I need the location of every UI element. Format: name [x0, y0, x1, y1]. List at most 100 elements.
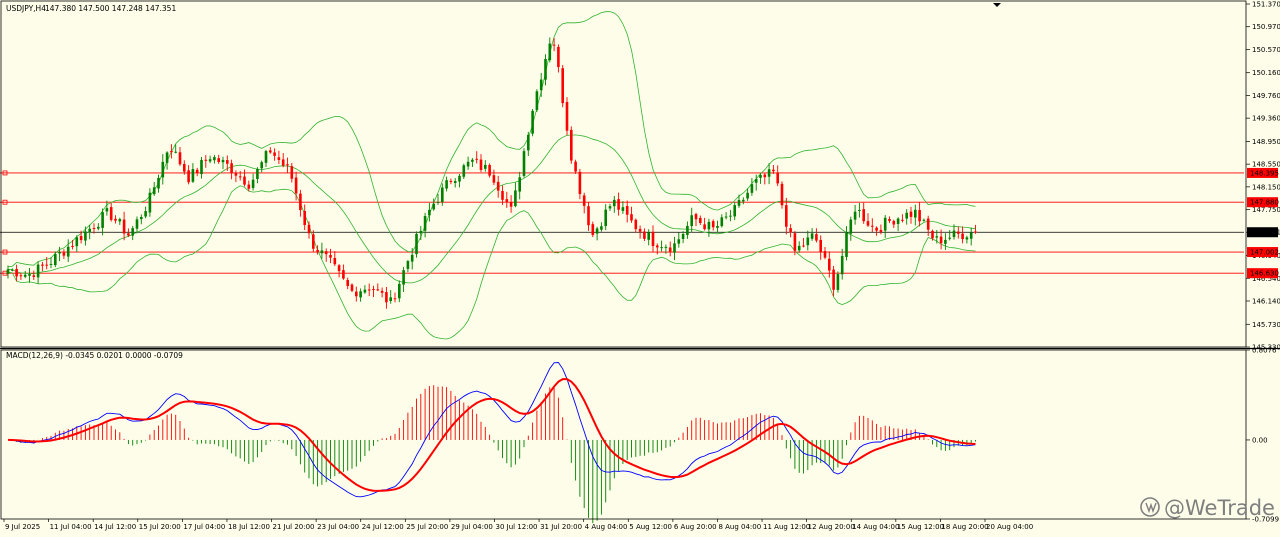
chart-canvas: 151.370 150.970 150.570 150.160 149.760 149.3…	[0, 0, 1280, 537]
candle-body	[79, 235, 83, 241]
candle-body	[673, 243, 676, 253]
candle-body	[681, 234, 685, 239]
candle-body	[832, 269, 835, 290]
candle-body	[350, 284, 354, 291]
candle-body	[161, 161, 165, 178]
candle-body	[243, 176, 246, 185]
macd-y-tick-label: 0.00	[1252, 436, 1268, 444]
candle-body	[376, 289, 380, 291]
candle-body	[759, 175, 762, 178]
candle-body	[501, 191, 504, 200]
candle-body	[140, 216, 143, 220]
candle-body	[561, 68, 564, 104]
candle-body	[101, 212, 104, 228]
candle-body	[423, 216, 427, 231]
candle-body	[879, 229, 883, 232]
candle-body	[385, 292, 388, 303]
candle-body	[58, 252, 61, 254]
candle	[836, 271, 840, 293]
candle-body	[11, 269, 14, 271]
candle-body	[398, 283, 401, 299]
candle-body	[720, 217, 724, 227]
candle-body	[969, 232, 973, 239]
candle-body	[367, 289, 371, 291]
candle-body	[587, 206, 590, 226]
candle-body	[660, 247, 663, 249]
candle-body	[690, 215, 693, 227]
x-tick-label: 11 Jul 04:00	[50, 523, 92, 531]
candle-body	[157, 177, 160, 189]
candle-body	[582, 195, 586, 206]
candle-body	[475, 158, 478, 160]
candle-body	[815, 234, 818, 241]
candle-body	[926, 218, 930, 230]
candle-body	[514, 190, 517, 207]
candle-body	[828, 258, 831, 271]
candle-body	[578, 171, 582, 195]
candle-body	[711, 221, 715, 228]
candle-body	[484, 164, 487, 169]
candle-body	[952, 230, 956, 238]
candle-body	[733, 205, 736, 217]
candle-body	[32, 275, 36, 277]
y-tick-label: 150.160	[1252, 69, 1280, 77]
candle-body	[204, 159, 208, 161]
candle-body	[819, 239, 822, 253]
candle-body	[191, 169, 195, 182]
candle-body	[853, 211, 857, 220]
candle-body	[699, 217, 702, 224]
candle-body	[492, 175, 496, 183]
candle-body	[570, 129, 573, 161]
candle-body	[281, 159, 285, 166]
candle-body	[299, 193, 302, 211]
candle-body	[165, 152, 169, 163]
candle-body	[668, 247, 672, 252]
candle-body	[914, 209, 917, 218]
candle-body	[544, 58, 547, 80]
candle-body	[630, 214, 633, 221]
candle-body	[19, 275, 23, 277]
candle-body	[527, 134, 530, 151]
x-tick-label: 30 Jul 12:00	[496, 523, 538, 531]
candle-body	[66, 246, 70, 257]
candle-body	[703, 224, 706, 230]
candle-body	[84, 231, 87, 241]
x-tick-label: 17 Jul 04:00	[183, 523, 225, 531]
candle-body	[625, 205, 629, 215]
candle-body	[918, 210, 921, 222]
x-tick-label: 23 Jul 04:00	[317, 523, 359, 531]
candle-body	[148, 192, 152, 213]
candle-body	[621, 207, 625, 211]
x-tick-label: 6 Aug 20:00	[674, 523, 717, 531]
x-tick-label: 21 Jul 20:00	[273, 523, 315, 531]
candle-body	[552, 44, 556, 46]
candle-body	[419, 230, 423, 234]
candle-body	[389, 297, 392, 301]
candle-body	[780, 183, 784, 206]
candle-body	[909, 211, 913, 217]
candle-body	[221, 159, 225, 163]
candle-body	[333, 257, 337, 265]
candle-body	[944, 239, 947, 244]
current-price-tag: 147.351	[1247, 227, 1279, 238]
level-price-tag-text: 147.880	[1250, 199, 1279, 207]
level-price-tag: 147.880	[1247, 197, 1279, 208]
x-tick-label: 9 Jul 2025	[5, 523, 40, 531]
x-tick-label: 31 Jul 20:00	[540, 523, 582, 531]
candle-body	[651, 231, 655, 247]
candle-body	[810, 233, 814, 239]
candle-body	[54, 254, 57, 266]
candle-body	[316, 249, 319, 252]
candle-body	[49, 263, 53, 265]
candle	[570, 126, 573, 164]
chart-background	[0, 0, 1280, 537]
candle-body	[961, 233, 964, 240]
candle-body	[862, 209, 865, 222]
candle-body	[105, 208, 109, 212]
y-tick-label: 150.970	[1252, 23, 1280, 31]
candle-body	[251, 179, 255, 188]
candle-body	[174, 151, 177, 153]
candle-body	[441, 187, 444, 203]
x-tick-label: 18 Jul 12:00	[228, 523, 270, 531]
candle	[535, 89, 539, 112]
